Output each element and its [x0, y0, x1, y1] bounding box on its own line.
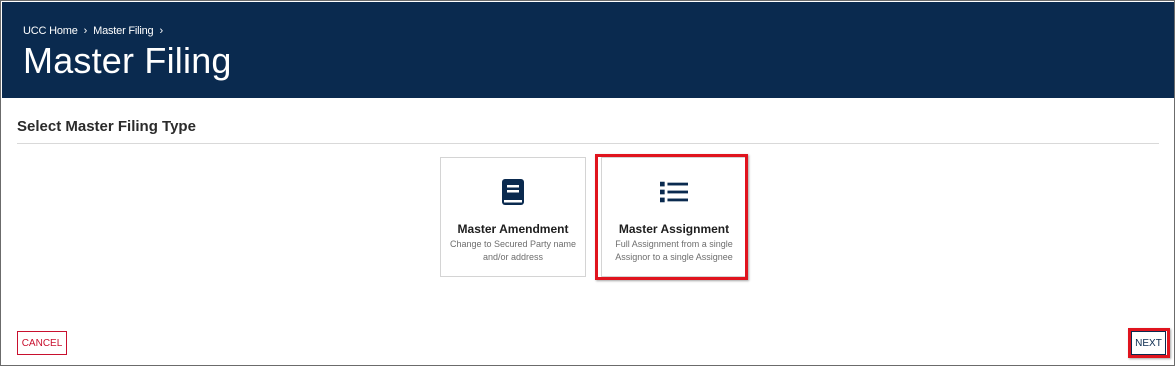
master-amendment-card[interactable]: Master Amendment Change to Secured Party…	[440, 157, 586, 277]
section-title: Select Master Filing Type	[17, 118, 196, 135]
page-title: Master Filing	[23, 40, 232, 81]
section-divider	[17, 143, 1159, 144]
list-icon	[660, 178, 688, 206]
breadcrumb: UCC Home › Master Filing ›	[23, 25, 165, 37]
card-title: Master Amendment	[457, 222, 569, 236]
app-window: UCC Home › Master Filing › Master Filing…	[0, 0, 1175, 366]
cancel-button[interactable]: CANCEL	[17, 331, 67, 355]
breadcrumb-master-filing[interactable]: Master Filing	[93, 25, 154, 37]
card-title: Master Assignment	[618, 222, 730, 236]
breadcrumb-chevron-icon: ›	[83, 25, 88, 37]
breadcrumb-chevron-icon: ›	[159, 25, 163, 37]
next-button[interactable]: NEXT	[1131, 331, 1166, 355]
page-header: UCC Home › Master Filing › Master Filing	[2, 2, 1174, 98]
card-description: Full Assignment from a single Assignor t…	[615, 239, 733, 262]
book-icon	[499, 178, 527, 206]
breadcrumb-ucc-home[interactable]: UCC Home	[23, 25, 78, 37]
card-description: Change to Secured Party name and/or addr…	[449, 239, 577, 262]
master-assignment-card[interactable]: Master Assignment Full Assignment from a…	[601, 157, 747, 277]
